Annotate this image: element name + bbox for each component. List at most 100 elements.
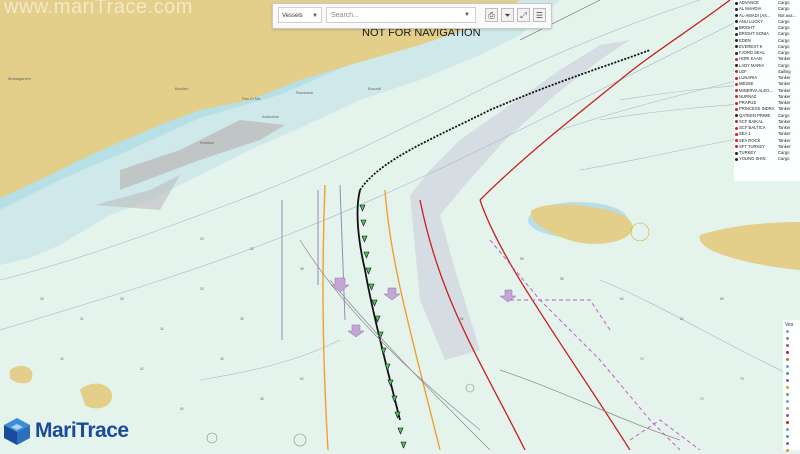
legend-item bbox=[783, 328, 800, 335]
svg-text:33: 33 bbox=[250, 247, 254, 251]
svg-text:75: 75 bbox=[740, 377, 744, 381]
svg-text:34: 34 bbox=[160, 327, 164, 331]
list-icon: ☰ bbox=[535, 11, 544, 20]
cube-logo-icon bbox=[4, 418, 30, 445]
search-input[interactable] bbox=[326, 7, 476, 23]
legend-color-dot-icon bbox=[786, 421, 789, 424]
svg-text:31: 31 bbox=[80, 317, 84, 321]
vessel-status-dot-icon bbox=[735, 157, 738, 161]
vessel-status-dot-icon bbox=[735, 14, 738, 18]
legend-item bbox=[783, 356, 800, 363]
legend-item bbox=[783, 377, 800, 384]
svg-text:42: 42 bbox=[140, 367, 144, 371]
expand-icon: ⤢ bbox=[520, 11, 527, 20]
vessel-status-dot-icon bbox=[735, 20, 738, 24]
svg-text:40: 40 bbox=[60, 357, 64, 361]
place-label: Antouche bbox=[262, 114, 279, 119]
svg-text:45: 45 bbox=[220, 357, 224, 361]
svg-text:25: 25 bbox=[40, 297, 44, 301]
legend-color-dot-icon bbox=[786, 393, 789, 396]
legend-title: Ves bbox=[785, 322, 794, 328]
legend-item bbox=[783, 349, 800, 356]
legend-item bbox=[783, 433, 800, 440]
vessel-status-dot-icon bbox=[735, 26, 738, 30]
vessel-status-dot-icon bbox=[735, 1, 738, 5]
nautical-chart-map[interactable]: 25 31 28 34 30 36 40 42 45 48 50 52 55 58 60 62 65 7… bbox=[0, 0, 800, 450]
filter-button[interactable]: ⏷ bbox=[501, 8, 514, 22]
legend-item bbox=[783, 426, 800, 433]
vessel-status-dot-icon bbox=[735, 132, 738, 136]
svg-text:70: 70 bbox=[640, 357, 644, 361]
maritrace-logo: MariTrace bbox=[2, 416, 129, 446]
legend-color-dot-icon bbox=[786, 442, 789, 445]
legend-item bbox=[783, 405, 800, 412]
legend-color-dot-icon bbox=[786, 344, 789, 347]
vessel-type-select-value: Vessels bbox=[282, 13, 303, 19]
svg-text:65: 65 bbox=[720, 297, 724, 301]
chevron-down-icon: ▼ bbox=[312, 13, 318, 19]
vessel-status-dot-icon bbox=[735, 151, 738, 155]
svg-text:55: 55 bbox=[520, 257, 524, 261]
vessel-status-dot-icon bbox=[735, 39, 738, 43]
search-toolbar: Vessels ▼ ▼ ⎙ ⏷ ⤢ ☰ bbox=[272, 3, 552, 29]
legend-color-dot-icon bbox=[786, 379, 789, 382]
vessel-status-dot-icon bbox=[735, 139, 738, 143]
svg-text:48: 48 bbox=[260, 397, 264, 401]
place-label: Mostaganem bbox=[8, 76, 32, 81]
list-button[interactable]: ☰ bbox=[533, 8, 546, 22]
vessel-list-item[interactable]: YOUNG SHIN Cargo bbox=[734, 156, 800, 162]
legend-item bbox=[783, 335, 800, 342]
legend-color-dot-icon bbox=[786, 330, 789, 333]
vessel-status-dot-icon bbox=[735, 107, 738, 111]
legend-item bbox=[783, 412, 800, 419]
vessel-status-dot-icon bbox=[735, 114, 738, 118]
legend-color-dot-icon bbox=[786, 337, 789, 340]
vessel-type: Cargo bbox=[778, 156, 790, 162]
vessel-status-dot-icon bbox=[735, 82, 738, 86]
legend-item bbox=[783, 419, 800, 426]
legend-item bbox=[783, 440, 800, 447]
legend-item bbox=[783, 398, 800, 405]
place-label: Bouzidi bbox=[368, 86, 382, 91]
vessel-status-dot-icon bbox=[735, 70, 738, 74]
place-label: Roustane bbox=[296, 90, 314, 95]
vessel-legend-panel: Ves bbox=[783, 320, 800, 452]
filter-icon: ⏷ bbox=[504, 11, 511, 20]
logo-text: MariTrace bbox=[35, 419, 129, 442]
legend-color-dot-icon bbox=[786, 400, 789, 403]
legend-color-dot-icon bbox=[786, 358, 789, 361]
vessel-status-dot-icon bbox=[735, 7, 738, 11]
svg-text:62: 62 bbox=[680, 317, 684, 321]
svg-text:60: 60 bbox=[620, 297, 624, 301]
vessel-status-dot-icon bbox=[735, 51, 738, 55]
legend-item bbox=[783, 363, 800, 370]
svg-text:29: 29 bbox=[200, 237, 204, 241]
vessel-status-dot-icon bbox=[735, 32, 738, 36]
svg-text:30: 30 bbox=[200, 287, 204, 291]
print-button[interactable]: ⎙ bbox=[485, 8, 498, 22]
svg-text:72: 72 bbox=[700, 397, 704, 401]
vessel-status-dot-icon bbox=[735, 126, 738, 130]
svg-text:52: 52 bbox=[300, 377, 304, 381]
svg-text:36: 36 bbox=[240, 317, 244, 321]
vessel-status-dot-icon bbox=[735, 64, 738, 68]
legend-color-dot-icon bbox=[786, 365, 789, 368]
chevron-down-icon[interactable]: ▼ bbox=[464, 7, 470, 23]
place-label: Keddau bbox=[200, 140, 214, 145]
place-label: Boulder bbox=[175, 86, 189, 91]
expand-button[interactable]: ⤢ bbox=[517, 8, 530, 22]
vessel-status-dot-icon bbox=[735, 89, 738, 93]
vessel-status-dot-icon bbox=[735, 101, 738, 105]
vessel-status-dot-icon bbox=[735, 76, 738, 80]
printer-icon: ⎙ bbox=[488, 11, 495, 20]
svg-text:28: 28 bbox=[120, 297, 124, 301]
svg-text:50: 50 bbox=[180, 407, 184, 411]
vessel-status-dot-icon bbox=[735, 95, 738, 99]
vessel-status-dot-icon bbox=[735, 145, 738, 149]
vessel-type-select[interactable]: Vessels ▼ bbox=[278, 7, 322, 23]
vessel-list-panel: ADVANCE Cargo AL MAHDIA Cargo AL-AMADI (AS..… bbox=[734, 0, 800, 181]
vessel-status-dot-icon bbox=[735, 57, 738, 61]
legend-color-dot-icon bbox=[786, 351, 789, 354]
svg-text:54: 54 bbox=[460, 317, 464, 321]
legend-item bbox=[783, 370, 800, 377]
